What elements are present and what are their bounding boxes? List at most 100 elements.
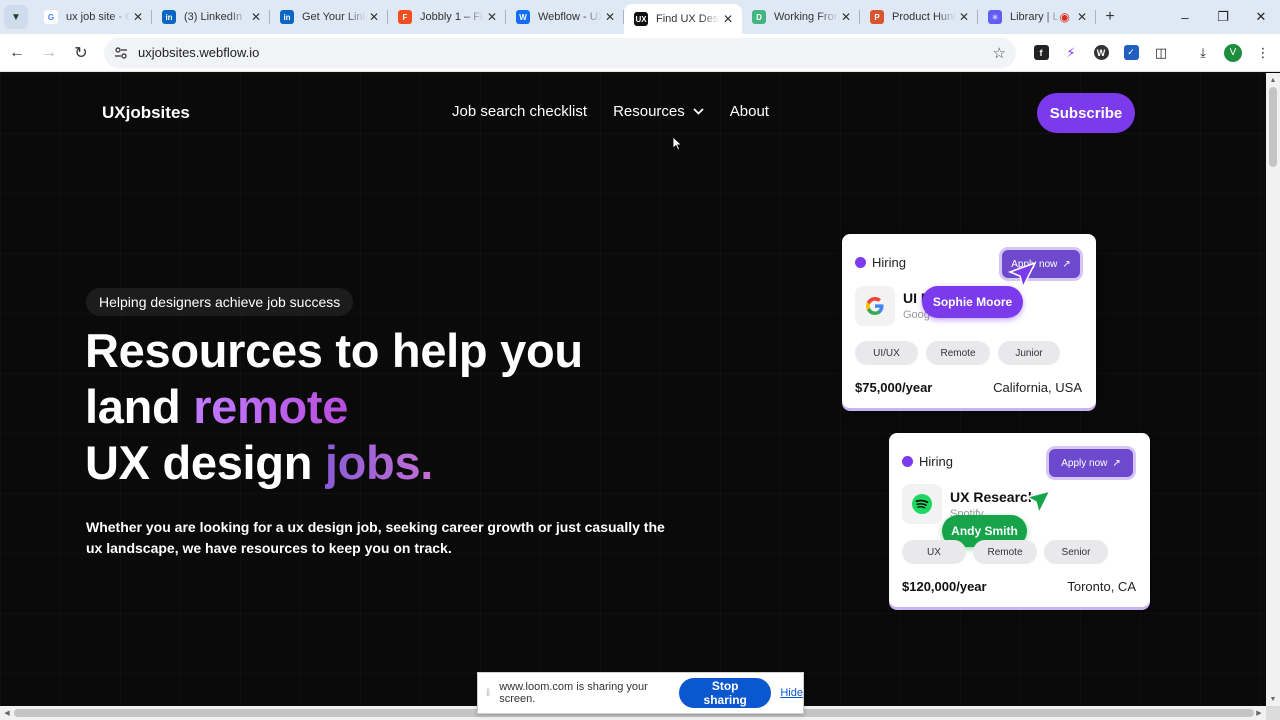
download-icon: ⤓ [1200,44,1206,60]
apply-now-button[interactable]: Apply now ↗ [1049,449,1133,477]
tab-close-icon[interactable]: ✕ [484,9,500,25]
nav-resources-label: Resources [613,103,685,120]
tab-title: Webflow - UX [538,11,602,23]
minimize-button[interactable]: – [1166,0,1204,34]
tab-favicon-icon: G [44,10,58,24]
chevron-down-icon [693,108,704,115]
location: Toronto, CA [1067,579,1136,594]
site-logo[interactable]: UXjobsites [102,103,190,123]
hero-highlight-remote: remote [193,380,349,433]
company-logo [902,484,942,524]
browser-tab[interactable]: F Jobbly 1 – Figma✕ [388,0,506,34]
mouse-cursor-icon [673,137,683,151]
tag-ui-ux: UI/UX [855,341,918,365]
browser-tab[interactable]: D Working From ✕ [742,0,860,34]
extension-check[interactable]: ✓ [1116,38,1146,68]
browser-tab[interactable]: in (3) LinkedIn ✕ [152,0,270,34]
tab-close-icon[interactable]: ✕ [366,9,382,25]
hiring-dot-icon [855,257,866,268]
kebab-icon: ⋮ [1256,44,1270,60]
tab-favicon-icon: W [516,10,530,24]
extension-font[interactable]: f [1026,38,1056,68]
external-link-icon: ↗ [1062,258,1071,270]
tab-favicon-icon: ✳ [988,10,1002,24]
job-card-1: Hiring Apply now ↗ UI D Goog Sophie Moore… [842,234,1096,408]
tab-close-icon[interactable]: ✕ [130,9,146,25]
new-tab-button[interactable]: + [1098,5,1122,29]
bookmark-star-icon[interactable]: ☆ [993,44,1006,62]
nav-resources-dropdown[interactable]: Resources [613,103,704,120]
hiring-label: Hiring [902,454,953,469]
tab-close-icon[interactable]: ✕ [956,9,972,25]
plus-icon: + [1105,8,1115,25]
location: California, USA [993,380,1082,395]
browser-tab[interactable]: UX Find UX Design Jobs✕ [624,4,742,34]
google-logo-icon [866,297,884,315]
external-link-icon: ↗ [1112,457,1121,469]
vertical-scrollbar-thumb[interactable] [1269,87,1277,167]
extension-wordpress[interactable]: W [1086,38,1116,68]
scroll-right-arrow-icon[interactable]: ▶ [1253,706,1265,720]
arrow-right-icon: → [41,43,57,61]
url-text[interactable]: uxjobsites.webflow.io [138,45,259,60]
tab-favicon-icon: UX [634,12,648,26]
tab-close-icon[interactable]: ✕ [720,11,736,27]
tag-ux: UX [902,540,966,564]
page-viewport: UXjobsites Job search checklist Resource… [0,73,1266,706]
job-card-2: Hiring Apply now ↗ UX Research Spotify An… [889,433,1150,607]
profile-button[interactable]: V [1218,38,1248,68]
extensions-button[interactable]: ◫ [1146,38,1176,68]
tab-favicon-icon: P [870,10,884,24]
tab-search-button[interactable]: ▼ [4,5,28,29]
browser-tab[interactable]: in Get Your LinkedIn✕ [270,0,388,34]
stop-sharing-button[interactable]: Stop sharing [679,678,772,708]
arrow-left-icon: ← [9,43,25,61]
browser-tab[interactable]: ✳ Library | Loom◉ ✕ [978,0,1096,34]
nav-job-search-checklist[interactable]: Job search checklist [452,103,587,120]
hiring-text: Hiring [919,454,953,469]
extension-bolt[interactable]: ⚡ [1056,38,1086,68]
scroll-up-arrow-icon[interactable]: ▲ [1266,74,1280,86]
browser-tab[interactable]: W Webflow - UX ✕ [506,0,624,34]
tab-close-icon[interactable]: ✕ [248,9,264,25]
back-button[interactable]: ← [2,38,32,68]
site-info-button[interactable] [112,44,130,62]
pointer-arrow-icon [1008,262,1036,288]
salary: $75,000/year [855,380,933,395]
user-tag-sophie-moore: Sophie Moore [922,286,1023,318]
subscribe-button[interactable]: Subscribe [1037,93,1135,133]
address-bar[interactable]: uxjobsites.webflow.io ☆ [104,37,1016,68]
browser-tab[interactable]: P Product Hunt ✕ [860,0,978,34]
scroll-down-arrow-icon[interactable]: ▼ [1266,693,1280,705]
browser-tab[interactable]: Gux job site - Google Search✕ [34,0,152,34]
site-nav: Job search checklist Resources About [452,103,795,120]
tab-close-icon[interactable]: ✕ [602,9,618,25]
nav-about[interactable]: About [730,103,769,120]
tab-close-icon[interactable]: ✕ [838,9,854,25]
spotify-logo-icon [912,494,932,514]
tab-title: Get Your LinkedIn [302,11,366,23]
drag-handle-icon[interactable]: ‖ [486,688,493,699]
tab-favicon-icon: F [398,10,412,24]
reload-button[interactable]: ↻ [66,38,96,68]
hide-share-bar-link[interactable]: Hide [780,687,803,699]
avatar: V [1224,43,1242,62]
salary: $120,000/year [902,579,987,594]
scrollbar-corner [1266,706,1280,720]
tab-favicon-icon: D [752,10,766,24]
browser-menu-button[interactable]: ⋮ [1248,38,1278,68]
tab-close-icon[interactable]: ✕ [1074,9,1090,25]
wordpress-icon: W [1093,45,1109,60]
close-window-button[interactable]: ✕ [1242,0,1280,34]
forward-button[interactable]: → [34,38,64,68]
bolt-icon: ⚡ [1066,44,1076,60]
restore-button[interactable]: ❐ [1204,0,1242,34]
hero-line-1: Resources to help you [85,324,583,377]
browser-toolbar: ← → ↻ uxjobsites.webflow.io ☆ f ⚡ W ✓ ◫ … [0,34,1280,72]
window-controls: – ❐ ✕ [1166,0,1280,34]
scroll-left-arrow-icon[interactable]: ◀ [1,706,13,720]
downloads-button[interactable]: ⤓ [1188,38,1218,68]
font-extension-icon: f [1033,45,1049,60]
vertical-scrollbar[interactable]: ▲ ▼ [1266,73,1280,706]
pointer-arrow-icon [1025,489,1051,515]
